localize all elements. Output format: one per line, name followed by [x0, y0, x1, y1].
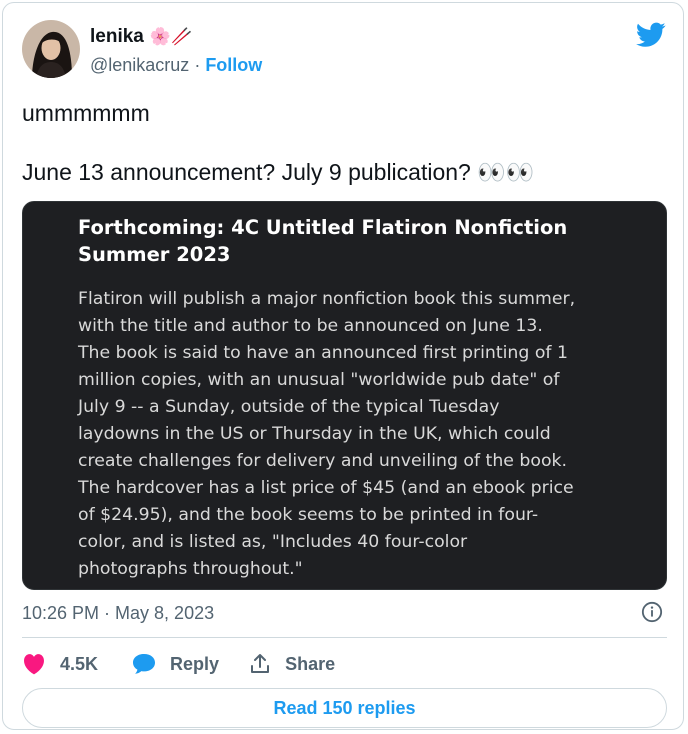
reply-button[interactable]: Reply	[132, 653, 219, 675]
share-button[interactable]: Share	[249, 653, 335, 675]
handle-separator: ·	[189, 55, 206, 75]
tweet-text: ummmmmm June 13 announcement? July 9 pub…	[22, 99, 662, 187]
divider	[22, 637, 667, 638]
media-body-text: Flatiron will publish a major nonfiction…	[78, 286, 648, 583]
info-icon[interactable]	[641, 601, 663, 623]
share-label: Share	[285, 653, 336, 674]
media-body-line: July 9 -- a Sunday, outside of the typic…	[78, 397, 500, 417]
share-icon	[251, 654, 270, 673]
media-body-line: color, and is listed as, "Includes 40 fo…	[78, 532, 468, 552]
twitter-bird-icon[interactable]	[636, 22, 666, 48]
media-body-line: Flatiron will publish a major nonfiction…	[78, 289, 576, 309]
read-replies-label: Read 150 replies	[273, 697, 416, 718]
heart-icon	[24, 654, 44, 675]
read-replies-button[interactable]: Read 150 replies	[22, 688, 667, 728]
avatar-image	[22, 20, 80, 78]
author-handle[interactable]: @lenikacruz	[90, 55, 189, 75]
tweet-actions-bar: 4.5K Reply Share	[22, 650, 335, 678]
tweet-timestamp[interactable]: 10:26 PM · May 8, 2023	[22, 603, 214, 624]
avatar[interactable]	[22, 20, 80, 78]
media-title: Forthcoming: 4C Untitled Flatiron Nonfic…	[78, 214, 638, 268]
media-body-line: The book is said to have an announced fi…	[78, 343, 568, 363]
follow-button[interactable]: Follow	[205, 55, 262, 75]
media-body-line: create challenges for delivery and unvei…	[78, 451, 568, 471]
like-button[interactable]: 4.5K	[22, 653, 98, 675]
reply-label: Reply	[170, 653, 220, 674]
tweet-text-line-2: June 13 announcement? July 9 publication…	[22, 159, 535, 185]
media-title-line-2: Summer 2023	[78, 243, 231, 266]
media-body-line: laydowns in the US or Thursday in the UK…	[78, 424, 551, 444]
media-body-line: million copies, with an unusual "worldwi…	[78, 370, 560, 390]
media-body-line: with the title and author to be announce…	[78, 316, 543, 336]
media-body-line: photographs throughout."	[78, 559, 303, 579]
media-body-line: The hardcover has a list price of $45 (a…	[78, 478, 574, 498]
tweet-text-line-1: ummmmmm	[22, 100, 150, 126]
author-handle-row: @lenikacruz · Follow	[90, 55, 262, 76]
media-title-line-1: Forthcoming: 4C Untitled Flatiron Nonfic…	[78, 216, 568, 239]
author-display-name[interactable]: lenika	[90, 26, 144, 48]
reply-bubble-icon	[133, 654, 156, 674]
like-count: 4.5K	[60, 653, 99, 674]
author-name-row[interactable]: lenika 🌸🥢	[90, 26, 192, 48]
tweet-media-image[interactable]: Forthcoming: 4C Untitled Flatiron Nonfic…	[22, 201, 667, 590]
author-name-emojis: 🌸🥢	[149, 27, 193, 46]
media-body-line: of $24.95), and the book seems to be pri…	[78, 505, 539, 525]
